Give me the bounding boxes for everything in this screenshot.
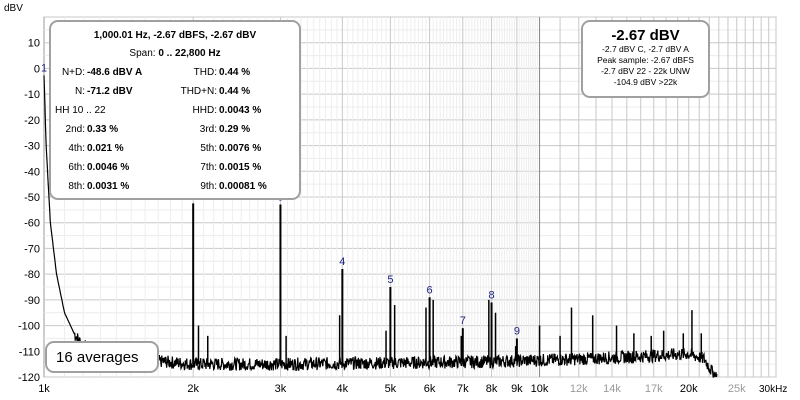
stat-label: N+D: bbox=[61, 67, 85, 78]
harmonic-label: 8 bbox=[488, 289, 494, 301]
x-tick-label: 3k bbox=[275, 383, 287, 395]
x-tick-label: 17k bbox=[645, 383, 663, 395]
stat-value: 0.33 % bbox=[87, 124, 119, 135]
stat-label: THD+N: bbox=[180, 86, 217, 97]
y-tick-label: 0 bbox=[34, 63, 40, 75]
stat-value: 0.0031 % bbox=[87, 181, 130, 192]
y-tick-label: -110 bbox=[19, 346, 40, 358]
level-weighted: -2.7 dBV C, -2.7 dBV A bbox=[602, 44, 689, 54]
x-tick-label: 7k bbox=[457, 383, 469, 395]
stat-value: 0.0076 % bbox=[219, 143, 262, 154]
harmonic-label: 5 bbox=[387, 274, 393, 286]
stat-label: 8th: bbox=[68, 181, 85, 192]
x-tick-label: 10k bbox=[531, 383, 549, 395]
stat-label: HHD: bbox=[192, 105, 217, 116]
x-axis-unit-label: 30kHz bbox=[759, 384, 787, 395]
stat-label: 6th: bbox=[68, 162, 85, 173]
harmonic-label: 1 bbox=[41, 62, 47, 74]
harmonic-label: 7 bbox=[460, 315, 466, 327]
stat-value: 0.0015 % bbox=[219, 162, 262, 173]
harmonic-label: 4 bbox=[339, 256, 345, 268]
stat-label: 5th: bbox=[200, 143, 217, 154]
stat-label: N: bbox=[75, 86, 85, 97]
y-tick-label: -100 bbox=[18, 321, 40, 333]
y-tick-label: -30 bbox=[24, 141, 40, 153]
x-tick-label: 6k bbox=[424, 383, 436, 395]
stat-label: THD: bbox=[193, 67, 217, 78]
stat-value: 0.44 % bbox=[219, 67, 251, 78]
stat-label: 9th: bbox=[200, 181, 217, 192]
stats-header: 1,000.01 Hz, -2.67 dBFS, -2.67 dBV bbox=[93, 30, 257, 41]
stat-value: 0.29 % bbox=[219, 124, 251, 135]
y-tick-label: -70 bbox=[24, 243, 40, 255]
y-tick-label: -20 bbox=[24, 115, 40, 127]
span-label: Span: bbox=[129, 48, 156, 59]
stat-value: -48.6 dBV A bbox=[87, 67, 143, 78]
averages-label: 16 averages bbox=[56, 349, 139, 366]
x-tick-label: 9k bbox=[511, 383, 523, 395]
stat-label: HH 10 .. 22 bbox=[55, 105, 106, 116]
y-tick-label: -120 bbox=[18, 372, 40, 384]
level-above-22k: -104.9 dBV >22k bbox=[613, 77, 678, 87]
level-value: -2.67 dBV bbox=[611, 27, 680, 44]
x-tick-label: 1k bbox=[38, 383, 50, 395]
x-tick-label: 25k bbox=[728, 383, 746, 395]
averages-panel: 16 averages bbox=[45, 341, 159, 373]
x-tick-label: 8k bbox=[486, 383, 498, 395]
y-tick-labels: 10 0 -10 -20 -30 -40 -50 -60 -70 -80 -90 -100 -110 -1… bbox=[18, 38, 40, 384]
level-summary-panel: -2.67 dBV -2.7 dBV C, -2.7 dBV A Peak sa… bbox=[581, 20, 710, 98]
stat-value: 0.0043 % bbox=[219, 105, 262, 116]
stat-value: 0.0046 % bbox=[87, 162, 130, 173]
y-tick-label: -80 bbox=[24, 269, 40, 281]
x-tick-label: 5k bbox=[385, 383, 397, 395]
span-value: 0 .. 22,800 Hz bbox=[158, 48, 221, 59]
x-tick-labels: 1k 2k 3k 4k 5k 6k 7k 8k 9k 10k 12k 14k 17k 20k 25k bbox=[38, 383, 746, 395]
y-tick-label: -60 bbox=[24, 218, 40, 230]
stat-value: -71.2 dBV bbox=[87, 86, 133, 97]
x-tick-label: 2k bbox=[187, 383, 199, 395]
x-tick-label: 12k bbox=[570, 383, 588, 395]
y-tick-label: -10 bbox=[24, 89, 40, 101]
x-tick-label: 20k bbox=[680, 383, 698, 395]
y-tick-label: -40 bbox=[24, 166, 40, 178]
y-tick-label: -90 bbox=[24, 295, 40, 307]
stat-label: 7th: bbox=[200, 162, 217, 173]
stat-label: 2nd: bbox=[65, 124, 85, 135]
y-tick-label: -50 bbox=[24, 192, 40, 204]
x-tick-label: 14k bbox=[603, 383, 621, 395]
stat-value: 0.021 % bbox=[87, 143, 124, 154]
stat-label: 4th: bbox=[68, 143, 85, 154]
stat-label: 3rd: bbox=[199, 124, 217, 135]
y-tick-label: 10 bbox=[28, 38, 40, 50]
harmonic-label: 6 bbox=[427, 284, 433, 296]
x-tick-label: 4k bbox=[337, 383, 349, 395]
harmonic-label: 9 bbox=[514, 325, 520, 337]
peak-sample: Peak sample: -2.67 dBFS bbox=[597, 55, 694, 65]
stat-value: 0.00081 % bbox=[219, 181, 267, 192]
span-row: Span: 0 .. 22,800 Hz bbox=[51, 48, 299, 59]
level-unweighted: -2.7 dBV 22 - 22k UNW bbox=[601, 66, 690, 76]
y-axis-label: dBV bbox=[4, 3, 23, 14]
stat-value: 0.44 % bbox=[219, 86, 251, 97]
stats-panel: 1,000.01 Hz, -2.67 dBFS, -2.67 dBV Span:… bbox=[49, 20, 301, 200]
